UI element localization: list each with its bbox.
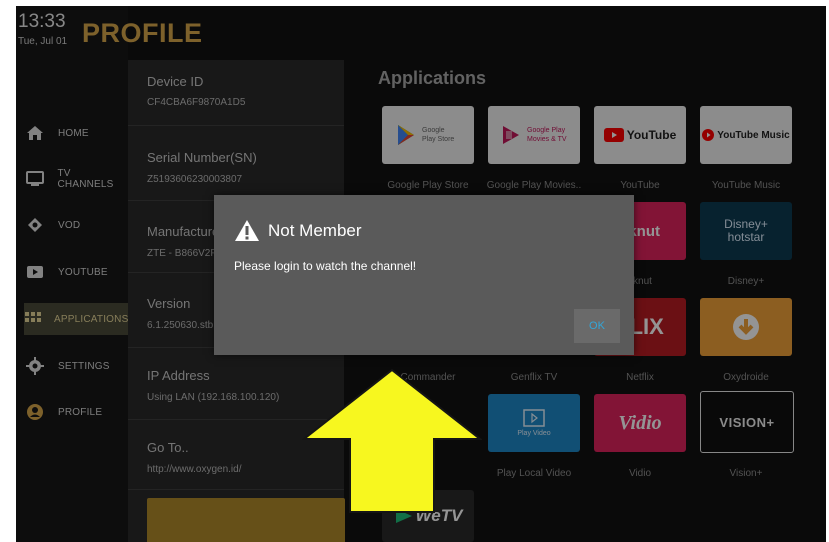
warning-icon <box>235 220 259 241</box>
tv-screen: 13:33 Tue, Jul 01 HOME TV CHANNELS VOD Y… <box>16 6 826 542</box>
dialog-title: Not Member <box>268 221 362 240</box>
ok-button[interactable]: OK <box>574 309 620 343</box>
not-member-dialog: Not Member Please login to watch the cha… <box>214 195 634 355</box>
arrow-up-icon <box>302 368 482 513</box>
dialog-message: Please login to watch the channel! <box>234 259 417 273</box>
